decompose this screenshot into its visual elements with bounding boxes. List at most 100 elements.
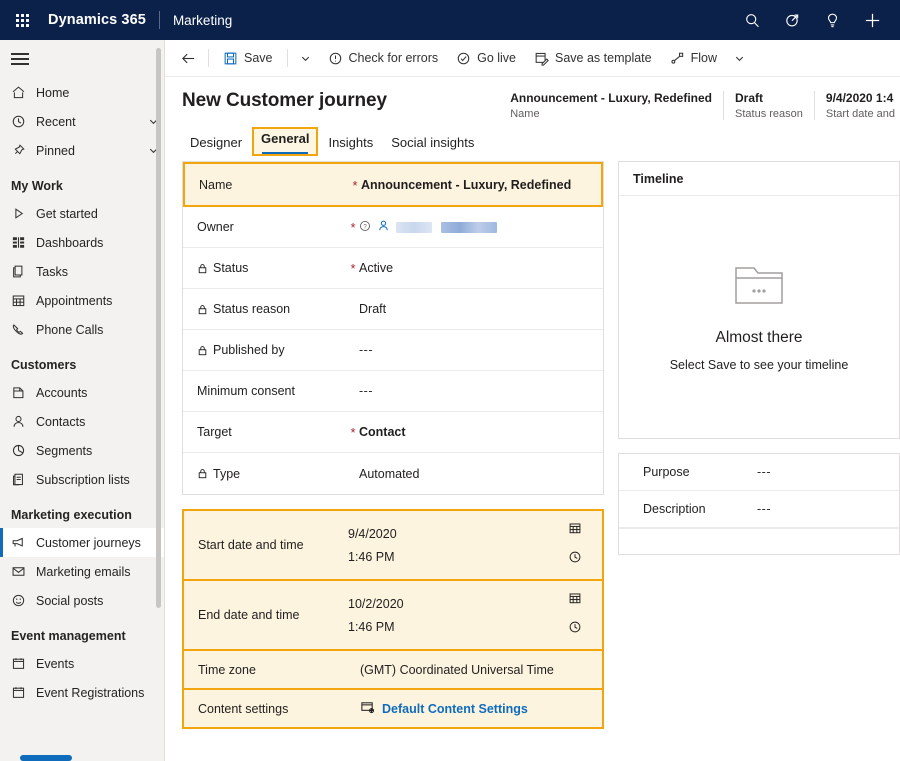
sidebar-item-events[interactable]: Events (0, 649, 164, 678)
folder-icon (731, 258, 787, 313)
description-label: Description (643, 502, 757, 516)
content-settings-value-wrap: Default Content Settings (360, 700, 590, 718)
calendar-icon[interactable] (568, 521, 582, 540)
save-button[interactable]: Save (214, 43, 282, 73)
field-row-purpose[interactable]: Purpose --- (619, 454, 899, 491)
tab-designer[interactable]: Designer (182, 132, 250, 156)
meta-label: Start date and (826, 108, 895, 120)
subscription-icon (11, 472, 36, 487)
field-row-target[interactable]: Target * Contact (183, 412, 603, 453)
details-card-footer (619, 528, 899, 554)
sidebar-item-recent[interactable]: Recent (0, 107, 164, 136)
purpose-label: Purpose (643, 465, 757, 479)
required-indicator: * (347, 425, 359, 439)
sidebar-item-contacts[interactable]: Contacts (0, 407, 164, 436)
sidebar-item-social-posts[interactable]: Social posts (0, 586, 164, 615)
flow-chevron-down-icon[interactable] (726, 43, 752, 73)
app-launcher-icon[interactable] (0, 14, 44, 27)
lock-icon (197, 468, 208, 479)
sidebar-item-marketing-emails[interactable]: Marketing emails (0, 557, 164, 586)
field-row-description[interactable]: Description --- (619, 491, 899, 528)
calendar-icon (11, 293, 36, 308)
content-settings-link[interactable]: Default Content Settings (382, 702, 590, 716)
owner-person-icon (377, 219, 390, 235)
tab-label: Designer (190, 135, 242, 150)
check-for-errors-button[interactable]: Check for errors (319, 43, 448, 73)
sidebar-vertical-scrollbar[interactable] (156, 48, 161, 608)
sidebar-item-tasks[interactable]: Tasks (0, 257, 164, 286)
sidebar-item-label: Get started (36, 207, 164, 221)
meta-value: Draft (735, 91, 803, 105)
field-row-minimum-consent[interactable]: Minimum consent --- (183, 371, 603, 412)
field-row-owner[interactable]: Owner * ? (183, 207, 603, 248)
save-as-template-button[interactable]: Save as template (525, 43, 661, 73)
published-by-value: --- (359, 343, 591, 357)
field-row-name[interactable]: Name * Announcement - Luxury, Redefined (185, 164, 601, 205)
sidebar-item-get-started[interactable]: Get started (0, 199, 164, 228)
smiley-icon (11, 593, 36, 608)
sidebar-item-segments[interactable]: Segments (0, 436, 164, 465)
purpose-value: --- (757, 465, 771, 479)
content-settings-icon (360, 700, 375, 718)
field-row-start-date-time[interactable]: Start date and time 9/4/2020 1:46 PM (184, 511, 602, 579)
sidebar-group-header: My Work (0, 165, 164, 199)
record-meta: Announcement - Luxury, Redefined Name Dr… (499, 91, 900, 120)
start-date-values: 9/4/2020 1:46 PM (348, 511, 560, 579)
minimum-consent-label: Minimum consent (197, 384, 295, 398)
clock-icon[interactable] (568, 620, 582, 639)
schedule-card: Start date and time 9/4/2020 1:46 PM (182, 509, 604, 729)
sidebar-item-label: Recent (36, 115, 142, 129)
name-value: Announcement - Luxury, Redefined (361, 178, 589, 192)
tab-label: Social insights (391, 135, 474, 150)
lightbulb-icon[interactable] (812, 0, 852, 40)
tasks-icon (11, 264, 36, 279)
sidebar-item-accounts[interactable]: Accounts (0, 378, 164, 407)
meta-cell-start-date: 9/4/2020 1:4 Start date and (814, 91, 900, 120)
sidebar-item-phone-calls[interactable]: Phone Calls (0, 315, 164, 344)
plus-icon[interactable] (852, 0, 892, 40)
go-live-button[interactable]: Go live (447, 43, 525, 73)
end-date-values: 10/2/2020 1:46 PM (348, 581, 560, 649)
check-for-errors-label: Check for errors (349, 51, 439, 65)
name-label: Name (199, 178, 232, 192)
timeline-header: Timeline (619, 162, 899, 196)
sidebar-item-dashboards[interactable]: Dashboards (0, 228, 164, 257)
tab-social-insights[interactable]: Social insights (383, 132, 482, 156)
sidebar-item-label: Pinned (36, 144, 142, 158)
field-row-end-date-time[interactable]: End date and time 10/2/2020 1:46 PM (184, 581, 602, 649)
main-area: Save Check for errors Go live (165, 40, 900, 761)
filter-icon[interactable] (772, 0, 812, 40)
start-date-highlight: Start date and time 9/4/2020 1:46 PM (182, 509, 604, 581)
time-zone-value: (GMT) Coordinated Universal Time (360, 663, 590, 677)
clock-icon[interactable] (568, 550, 582, 569)
status-reason-label: Status reason (213, 302, 290, 316)
sidebar-item-appointments[interactable]: Appointments (0, 286, 164, 315)
sidebar-item-event-registrations[interactable]: Event Registrations (0, 678, 164, 707)
home-icon (11, 85, 36, 100)
sidebar: Home Recent (0, 40, 165, 761)
sidebar-item-pinned[interactable]: Pinned (0, 136, 164, 165)
sidebar-group-header: Event management (0, 615, 164, 649)
tab-insights[interactable]: Insights (320, 132, 381, 156)
required-indicator (348, 669, 360, 670)
flow-button[interactable]: Flow (661, 43, 726, 73)
field-label: Type (197, 467, 347, 481)
tab-general[interactable]: General (252, 127, 318, 156)
sidebar-item-customer-journeys[interactable]: Customer journeys (0, 528, 164, 557)
field-row-time-zone[interactable]: Time zone (GMT) Coordinated Universal Ti… (184, 651, 602, 688)
calendar-icon[interactable] (568, 591, 582, 610)
sidebar-item-subscription-lists[interactable]: Subscription lists (0, 465, 164, 494)
sidebar-item-label: Tasks (36, 265, 164, 279)
left-column: Name * Announcement - Luxury, Redefined … (182, 161, 604, 761)
sidebar-horizontal-scrollbar[interactable] (20, 755, 72, 761)
sidebar-hamburger-button[interactable] (0, 40, 164, 78)
back-arrow-icon[interactable] (173, 43, 203, 73)
search-icon[interactable] (732, 0, 772, 40)
field-row-content-settings[interactable]: Content settings Defau (184, 690, 602, 727)
meta-cell-status-reason: Draft Status reason (723, 91, 814, 120)
dashboard-icon (11, 235, 36, 250)
target-value: Contact (359, 425, 591, 439)
sidebar-item-home[interactable]: Home (0, 78, 164, 107)
save-options-chevron-down-icon[interactable] (293, 43, 319, 73)
start-date-label: Start date and time (198, 511, 348, 579)
